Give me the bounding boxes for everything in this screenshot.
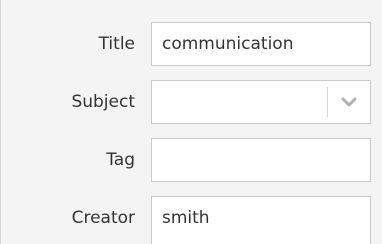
creator-field[interactable]: smith bbox=[151, 196, 371, 244]
tag-row: Tag bbox=[1, 138, 382, 182]
title-row: Title communication bbox=[1, 22, 382, 66]
title-field[interactable]: communication bbox=[151, 22, 371, 66]
chevron-down-icon[interactable] bbox=[340, 94, 358, 110]
creator-label: Creator bbox=[71, 208, 135, 228]
tag-field[interactable] bbox=[151, 138, 371, 182]
subject-row: Subject bbox=[1, 80, 382, 124]
metadata-form: Title communication Subject Tag Creator … bbox=[0, 0, 382, 244]
subject-label: Subject bbox=[71, 92, 135, 112]
select-divider bbox=[327, 87, 328, 117]
creator-row: Creator smith bbox=[1, 196, 382, 244]
subject-select[interactable] bbox=[151, 80, 371, 124]
title-label: Title bbox=[98, 34, 135, 54]
tag-label: Tag bbox=[106, 150, 135, 170]
